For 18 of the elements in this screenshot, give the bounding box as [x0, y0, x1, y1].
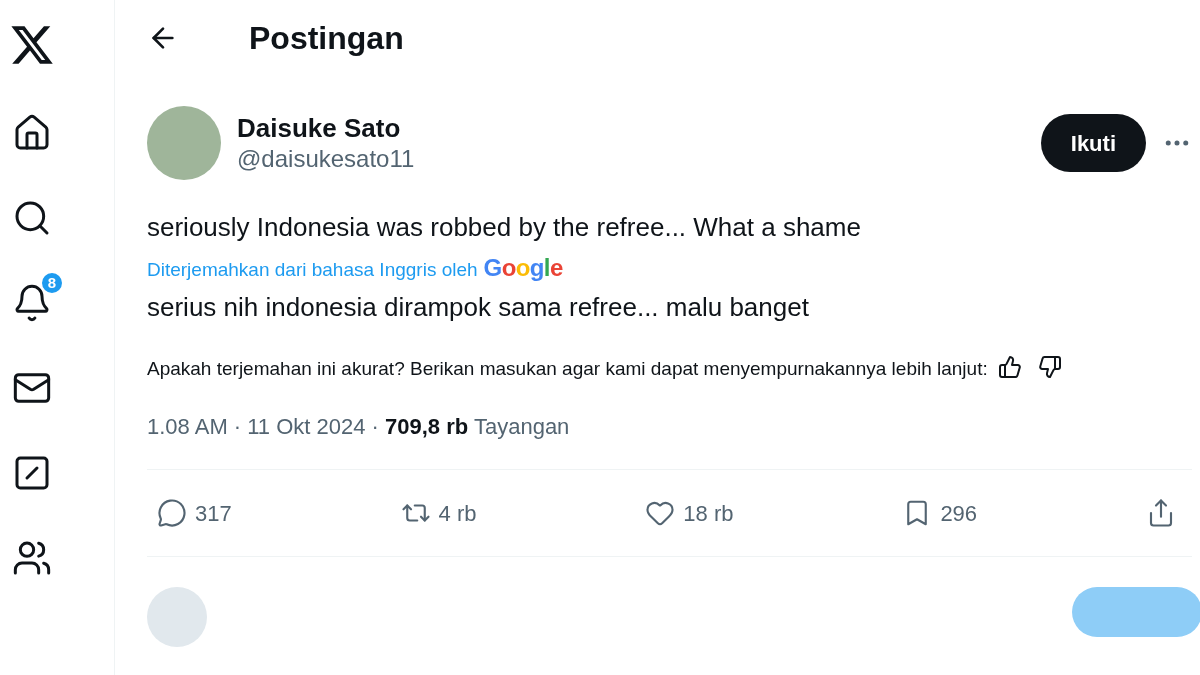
repost-button[interactable]: 4 rb	[400, 496, 477, 530]
reply-avatar-placeholder	[147, 587, 207, 647]
post-meta: 1.08 AM · 11 Okt 2024 · 709,8 rb Tayangan	[147, 413, 571, 441]
notification-badge: 8	[40, 271, 64, 295]
bookmark-button[interactable]: 296	[902, 496, 978, 530]
author-name: Daisuke Sato	[237, 111, 402, 145]
page-title: Postingan	[249, 19, 404, 58]
comment-icon	[157, 498, 187, 528]
reply-button[interactable]: 317	[157, 496, 232, 530]
author-handle: @daisukesato11	[237, 144, 415, 175]
thumbs-down-icon[interactable]	[1037, 355, 1062, 379]
post-text: seriously Indonesia was robbed by the refree... What a shame	[147, 211, 862, 244]
follow-button[interactable]: Ikuti	[1040, 114, 1146, 172]
thumbs-up-icon[interactable]	[997, 355, 1022, 379]
translation-feedback-prompt: Apakah terjemahan ini akurat? Berikan masukan agar kami dapat menyempurnakannya lebih lanjut:	[147, 358, 988, 379]
like-button[interactable]: 18 rb	[645, 496, 734, 530]
google-logo: Google	[483, 253, 563, 283]
translated-text: serius nih indonesia dirampok sama refree... malu banget	[147, 291, 810, 324]
